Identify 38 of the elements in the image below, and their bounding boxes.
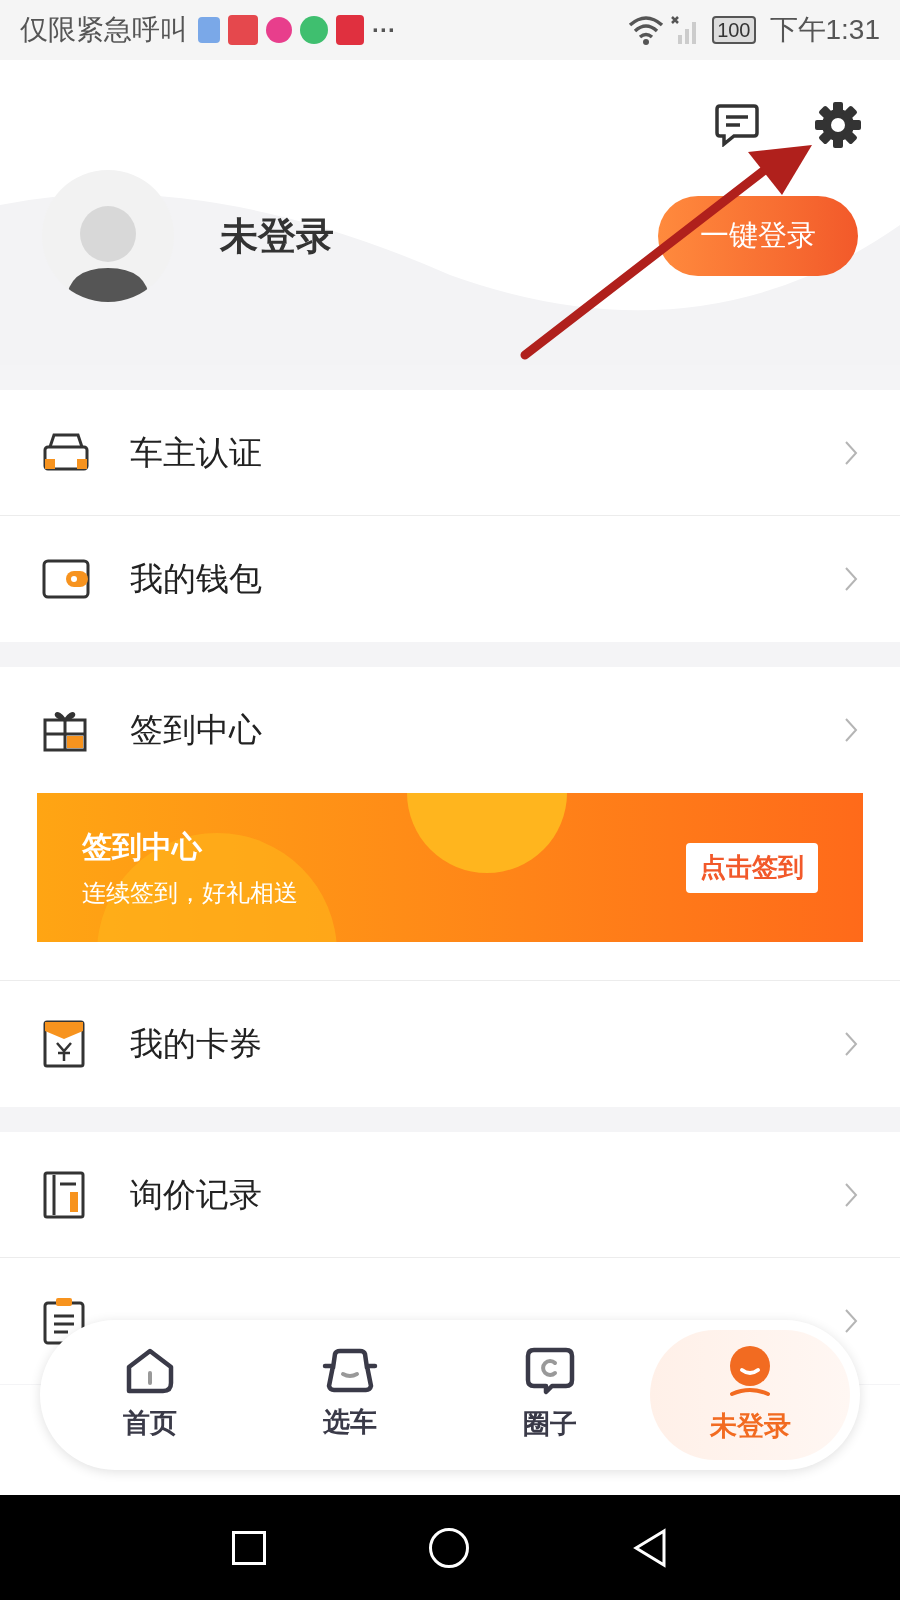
coupon-icon [42,1019,86,1069]
recent-apps-button[interactable] [231,1530,266,1565]
chevron-right-icon [844,717,858,743]
chevron-right-icon [844,1181,858,1208]
chevron-right-icon [844,439,858,466]
settings-icon[interactable] [814,101,862,149]
document-icon [42,1169,86,1220]
app-icon [228,15,258,45]
username-text: 未登录 [220,213,335,259]
chevron-right-icon [844,1308,858,1334]
app-icon [198,17,220,43]
wallet-icon [42,558,90,600]
tab[interactable]: 圈子 [450,1330,650,1460]
menu-label[interactable]: 签到中心 [130,705,262,755]
more-notifications: ··· [372,15,396,45]
tab[interactable]: 选车 [250,1330,450,1460]
carrier-text: 仅限紧急呼叫 [20,13,188,47]
chevron-right-icon [844,566,858,592]
message-icon[interactable] [714,103,760,147]
back-icon[interactable] [632,1527,669,1568]
wifi-icon [628,15,665,45]
home-icon [125,1346,175,1395]
chevron-right-icon [844,1031,858,1057]
menu-label[interactable]: 询价记录 [130,1169,262,1220]
app-icon [266,17,292,43]
menu-label[interactable]: 我的卡券 [130,1019,262,1069]
banner-title: 签到中心 [82,829,203,865]
home-button[interactable] [429,1527,469,1568]
menu-label[interactable]: 我的钱包 [130,554,262,604]
menu-label[interactable]: 车主认证 [130,427,262,478]
car-icon [321,1347,379,1394]
clock-text: 下午1:31 [769,13,880,47]
app-icon [300,16,328,44]
chat-bubble-icon [524,1345,576,1396]
tab[interactable]: 首页 [50,1330,250,1460]
banner-subtitle: 连续签到，好礼相送 [82,878,299,908]
app-icon [336,15,364,45]
battery-indicator: 100 [712,16,756,44]
